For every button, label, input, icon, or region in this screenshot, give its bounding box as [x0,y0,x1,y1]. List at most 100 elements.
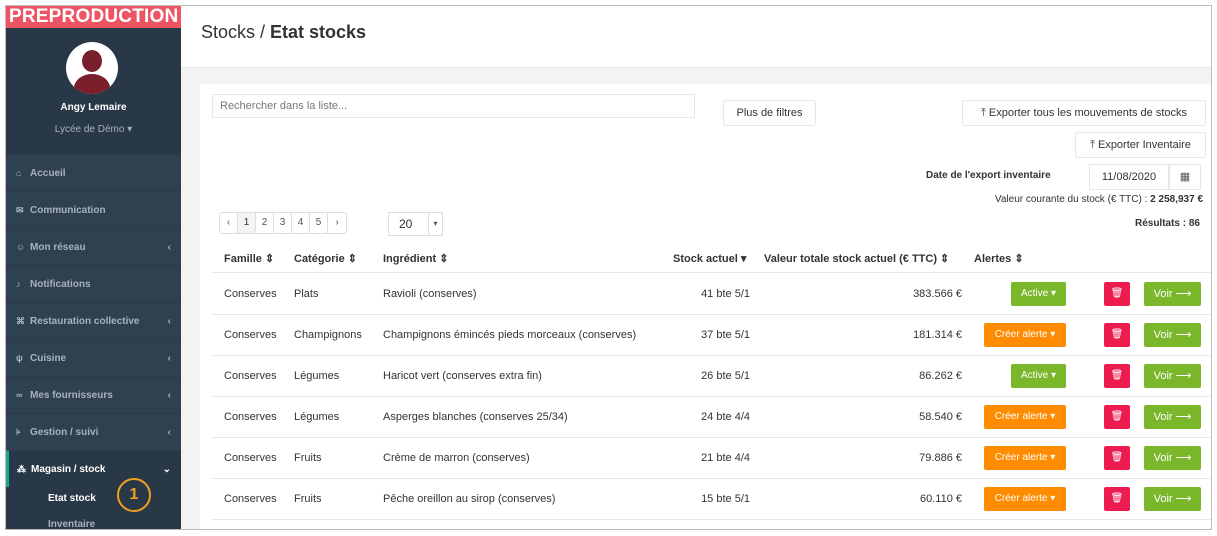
sidebar-item-magasin-stock[interactable]: ⁂ Magasin / stock ⌄ [6,450,181,487]
create-alert-button[interactable]: Créer alerte ▾ [984,323,1066,347]
view-button[interactable]: Voir ⟶ [1144,446,1201,470]
search-input[interactable]: Rechercher dans la liste... [212,94,695,118]
alert-active-button[interactable]: Active ▾ [1011,364,1066,388]
delete-icon[interactable]: 🗑 [1104,323,1130,347]
export-date-label: Date de l'export inventaire [926,170,1051,181]
sidebar-item-accueil[interactable]: ⌂ Accueil [6,154,181,191]
pager-page-2[interactable]: 2 [256,213,274,233]
sidebar-item-mes-fournisseurs[interactable]: ∞ Mes fournisseurs ‹ [6,376,181,413]
sidebar-item-label: Cuisine [30,353,67,364]
cell-valeur: 383.566 € [913,288,962,300]
table-row: Conserves Légumes Haricot vert (conserves … [212,356,1211,397]
create-alert-button[interactable]: Créer alerte ▾ [984,405,1066,429]
create-alert-button[interactable]: Créer alerte ▾ [984,487,1066,511]
col-stock[interactable]: Stock actuel ▾ [673,252,746,265]
sidebar-subitem-etat-stock[interactable]: Etat stock [6,487,181,513]
table-row: Conserves Fruits Crème de marron (conserve… [212,438,1211,479]
sidebar-subitem-inventaire[interactable]: Inventaire [6,513,181,529]
chevron-icon: ‹ [167,316,171,327]
cell-valeur: 86.262 € [919,370,962,382]
view-button[interactable]: Voir ⟶ [1144,282,1201,306]
sidebar-item-label: Mes fournisseurs [30,390,113,401]
view-button[interactable]: Voir ⟶ [1144,487,1201,511]
sidebar-item-label: Communication [30,205,106,216]
sidebar-item-label: Notifications [30,279,91,290]
view-button[interactable]: Voir ⟶ [1144,364,1201,388]
stock-value-label: Valeur courante du stock (€ TTC) : [994,194,1151,205]
cell-valeur: 181.314 € [913,329,962,341]
delete-icon[interactable]: 🗑 [1104,282,1130,306]
pager-prev-button[interactable]: ‹ [220,213,238,233]
pager-page-5[interactable]: 5 [310,213,328,233]
view-button[interactable]: Voir ⟶ [1144,405,1201,429]
cell-categorie: Fruits [294,452,322,464]
delete-icon[interactable]: 🗑 [1104,364,1130,388]
col-categorie[interactable]: Catégorie ⇕ [294,252,357,265]
chevron-icon: ‹ [167,427,171,438]
table-row: Conserves Champignons Champignons émincés … [212,315,1211,356]
create-alert-button[interactable]: Créer alerte ▾ [984,446,1066,470]
more-filters-button[interactable]: Plus de filtres [723,100,816,126]
pagination: ‹ 1 2 3 4 5 › [219,212,347,234]
chevron-icon: ‹ [167,390,171,401]
user-name: Angy Lemaire [60,102,127,113]
cell-famille: Conserves [224,329,277,341]
sidebar-item-label: Restauration collective [30,316,140,327]
export-inventory-button[interactable]: ⤒ Exporter Inventaire [1075,132,1206,158]
pager-next-button[interactable]: › [328,213,346,233]
cell-famille: Conserves [224,452,277,464]
breadcrumb-parent[interactable]: Stocks / [201,22,270,42]
col-alertes[interactable]: Alertes ⇕ [974,252,1024,265]
sidebar-item-label: Gestion / suivi [30,427,99,438]
sidebar-item-communication[interactable]: ✉ Communication [6,191,181,228]
calendar-icon[interactable]: ▦ [1169,164,1201,190]
export-movements-button[interactable]: ⤒ Exporter tous les mouvements de stocks [962,100,1206,126]
cell-stock: 37 bte 5/1 [701,329,750,341]
delete-icon[interactable]: 🗑 [1104,487,1130,511]
sidebar-item-notifications[interactable]: ♪ Notifications [6,265,181,302]
cell-stock: 26 bte 5/1 [701,370,750,382]
sidebar-item-label: Mon réseau [30,242,86,253]
pager-page-4[interactable]: 4 [292,213,310,233]
delete-icon[interactable]: 🗑 [1104,405,1130,429]
cell-ingredient: Haricot vert (conserves extra fin) [383,370,542,382]
app-window: PREPRODUCTION Angy Lemaire Lycée de Démo… [5,5,1212,530]
pager-page-3[interactable]: 3 [274,213,292,233]
sidebar-item-restauration-collective[interactable]: ⌘ Restauration collective ‹ [6,302,181,339]
cell-ingredient: Crème de marron (conserves) [383,452,530,464]
chevron-icon: ‹ [167,353,171,364]
step-marker: 1 [117,478,151,512]
school-selector[interactable]: Lycée de Démo ▾ [6,124,181,135]
cart-icon: ⊧ [16,427,21,437]
breadcrumb: Stocks / Etat stocks [201,22,366,43]
avatar[interactable] [66,42,118,94]
per-page-select[interactable]: 20 ▾ [388,212,443,236]
col-valeur[interactable]: Valeur totale stock actuel (€ TTC) ⇕ [764,252,949,265]
pager-page-1[interactable]: 1 [238,213,256,233]
col-ingredient[interactable]: Ingrédient ⇕ [383,252,448,265]
stock-value-amount: 2 258,937 € [1150,194,1203,205]
cell-famille: Conserves [224,288,277,300]
export-date-input[interactable]: 11/08/2020 [1089,164,1169,190]
stock-panel: Rechercher dans la liste... Plus de filt… [200,84,1211,529]
cell-famille: Conserves [224,493,277,505]
cell-famille: Conserves [224,370,277,382]
alert-active-button[interactable]: Active ▾ [1011,282,1066,306]
view-button[interactable]: Voir ⟶ [1144,323,1201,347]
table-header: Famille ⇕ Catégorie ⇕ Ingrédient ⇕ Stock… [212,244,1211,273]
preproduction-banner: PREPRODUCTION [6,6,181,28]
col-famille[interactable]: Famille ⇕ [224,252,274,265]
bell-icon: ♪ [16,279,21,289]
sidebar-item-gestion-suivi[interactable]: ⊧ Gestion / suivi ‹ [6,413,181,450]
sidebar-item-label: Accueil [30,168,66,179]
sidebar-item-label: Magasin / stock [31,464,106,475]
cell-famille: Conserves [224,411,277,423]
cell-categorie: Légumes [294,411,340,423]
cell-ingredient: Champignons émincés pieds morceaux (cons… [383,329,637,341]
cell-stock: 15 bte 5/1 [701,493,750,505]
sidebar-item-cuisine[interactable]: ψ Cuisine ‹ [6,339,181,376]
delete-icon[interactable]: 🗑 [1104,446,1130,470]
sidebar-nav: ⌂ Accueil ✉ Communication ☺ Mon réseau ‹ ♪ Notif… [6,154,181,529]
sidebar-item-mon-r-seau[interactable]: ☺ Mon réseau ‹ [6,228,181,265]
cell-valeur: 79.886 € [919,452,962,464]
